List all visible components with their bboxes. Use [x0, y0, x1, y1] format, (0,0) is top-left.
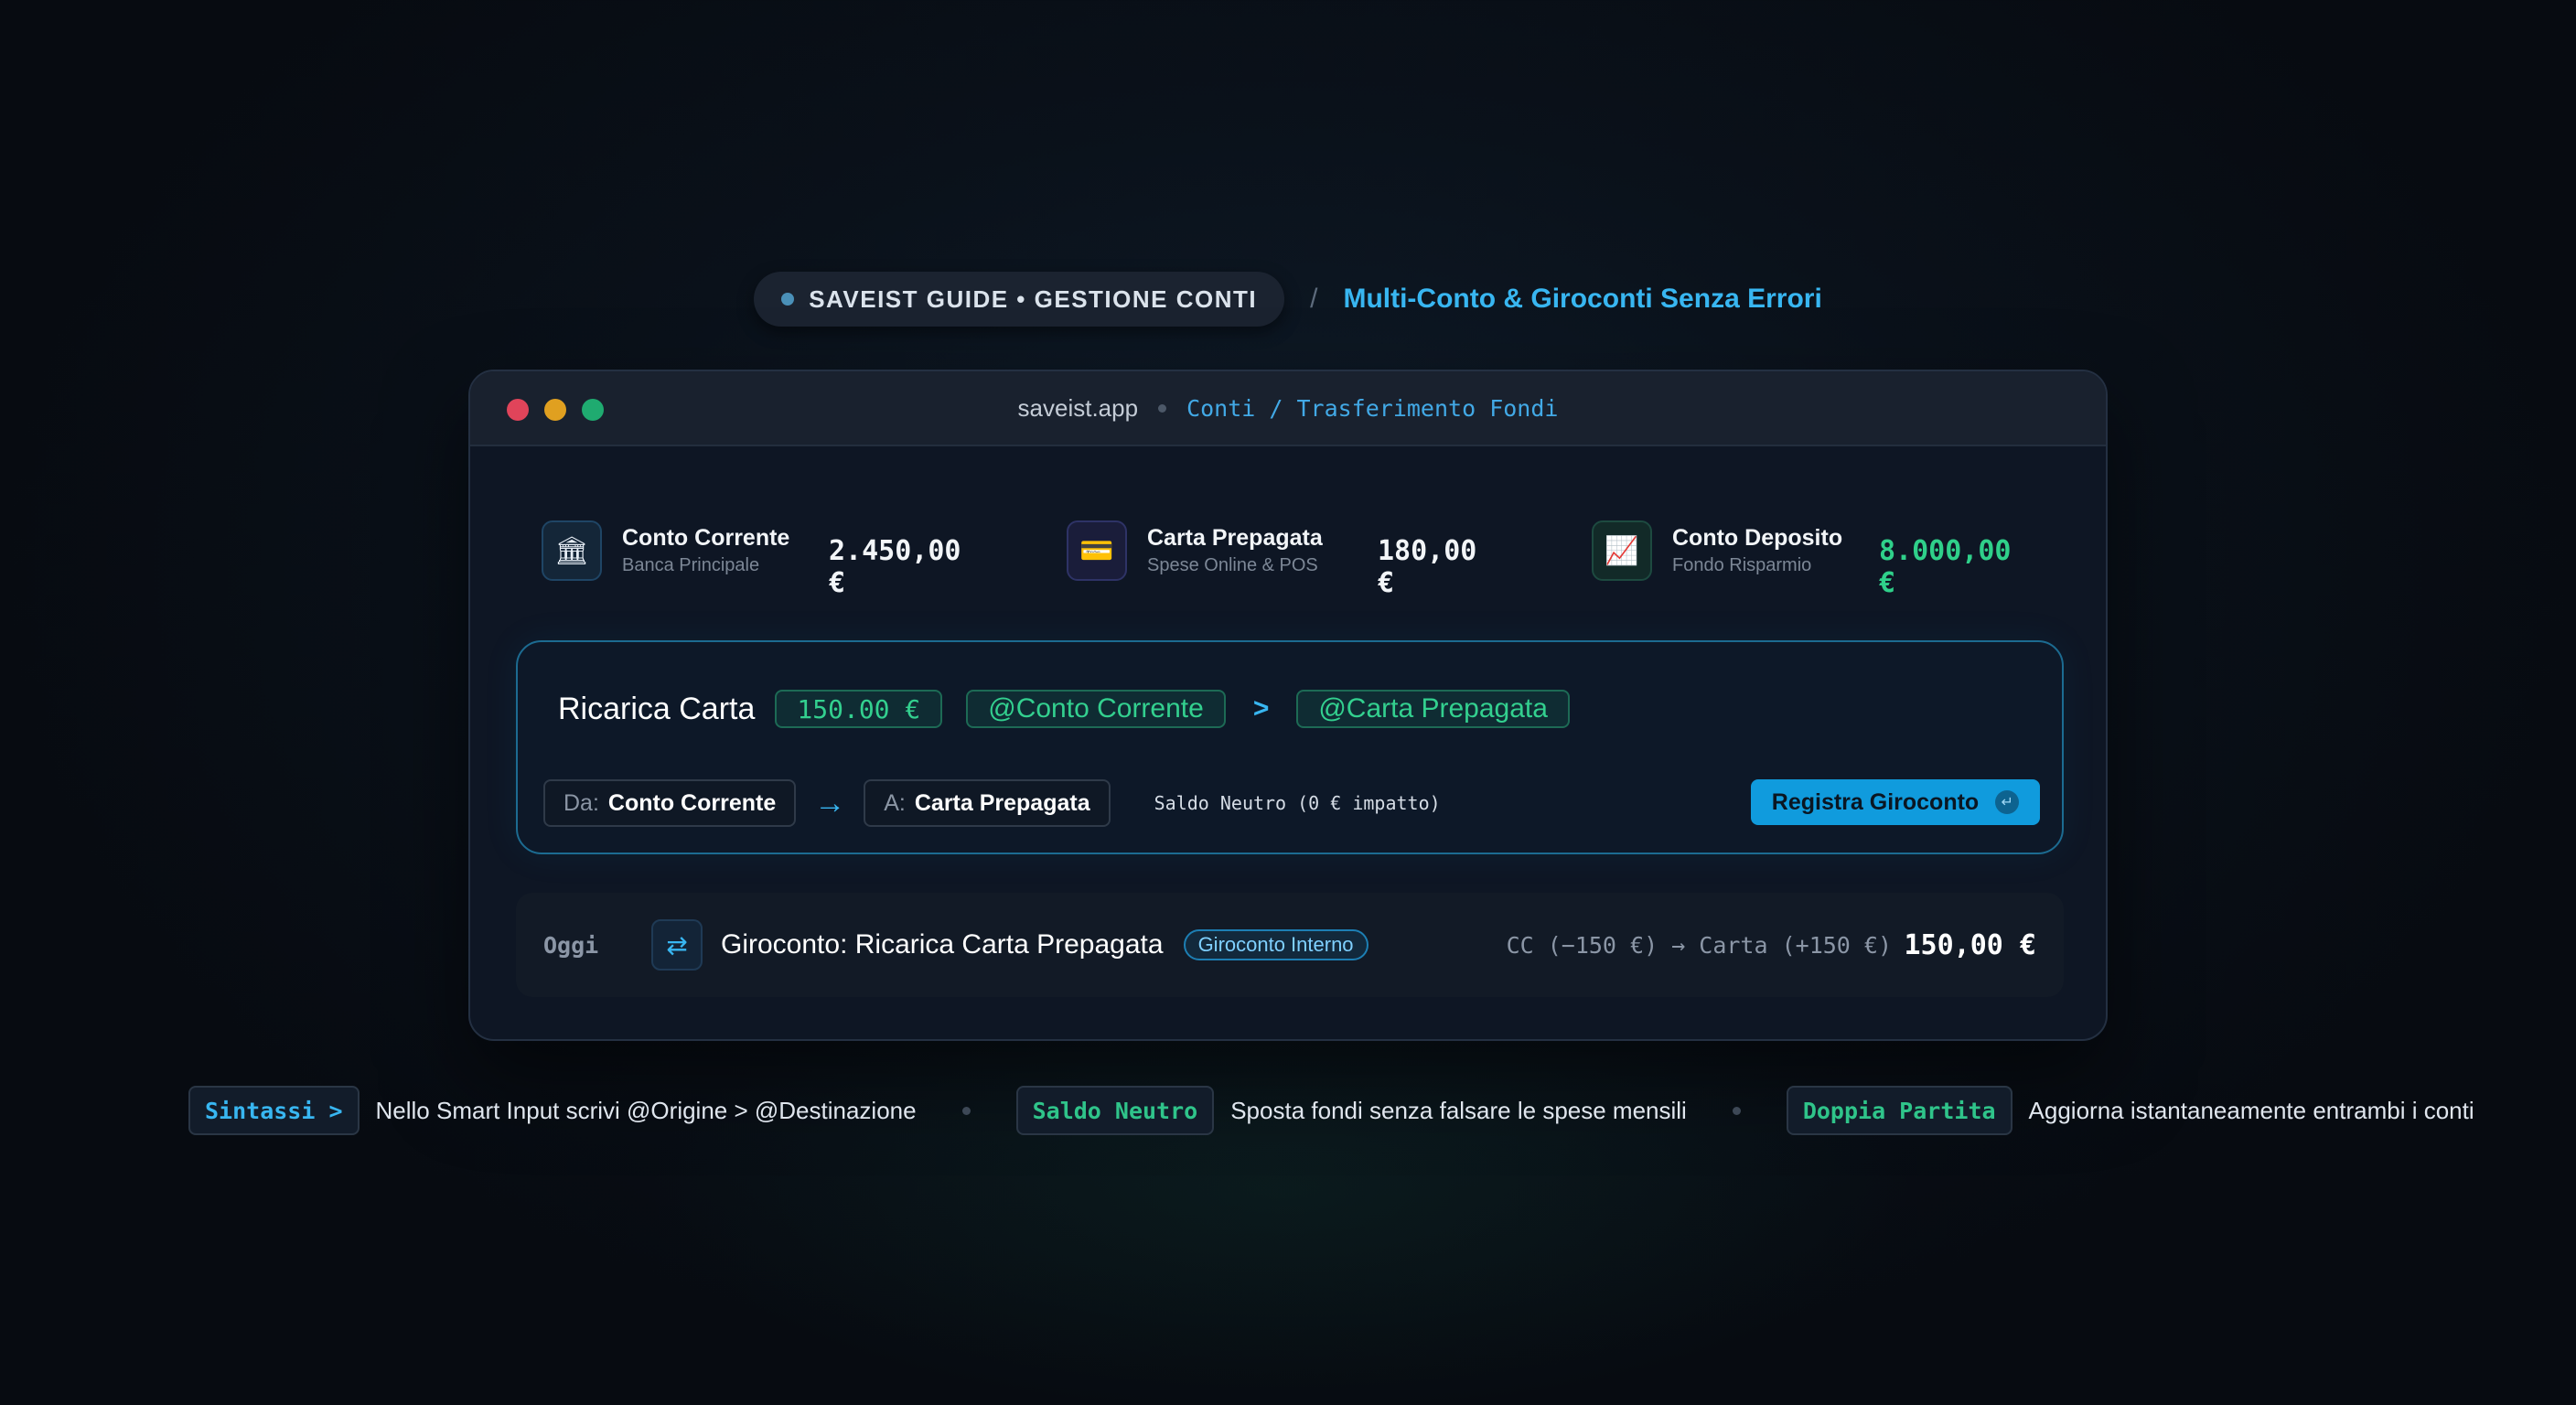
account-balance: 8.000,00 € [1879, 535, 2012, 599]
account-name: Carta Prepagata [1147, 525, 1323, 551]
window-titlebar: saveist.app Conti / Trasferimento Fondi [470, 371, 2106, 446]
account-name: Conto Deposito [1672, 525, 1843, 551]
transfer-operator: > [1252, 693, 1270, 724]
smart-input-box[interactable]: Ricarica Carta 150.00 € @Conto Corrente … [516, 640, 2064, 854]
register-transfer-label: Registra Giroconto [1771, 788, 1980, 815]
tip-key-syntax: Sintassi > [188, 1086, 360, 1135]
from-value: Conto Corrente [607, 789, 777, 816]
transaction-date: Oggi [543, 931, 599, 959]
tip-key-neutral-balance: Saldo Neutro [1015, 1086, 1215, 1135]
account-card-carta-prepagata[interactable]: 💳 Carta Prepagata Spese Online & POS 180… [1067, 518, 1476, 599]
close-window-button[interactable] [507, 399, 529, 421]
account-subtitle: Spese Online & POS [1147, 555, 1318, 575]
account-card-conto-corrente[interactable]: 🏛 Conto Corrente Banca Principale 2.450,… [542, 518, 961, 599]
page-header: SAVEIST GUIDE • GESTIONE CONTI / Multi-C… [0, 271, 2576, 327]
tip-text-syntax: Nello Smart Input scrivi @Origine > @Des… [375, 1096, 917, 1124]
accounts-summary: 🏛 Conto Corrente Banca Principale 2.450,… [542, 518, 2042, 599]
minimize-window-button[interactable] [544, 399, 566, 421]
transfer-summary-row: Da: Conto Corrente → A: Carta Prepagata … [543, 779, 2040, 827]
page-title: Multi-Conto & Giroconti Senza Errori [1343, 284, 1822, 314]
transaction-amount: 150,00 € [1904, 928, 2037, 961]
account-card-conto-deposito[interactable]: 📈 Conto Deposito Fondo Risparmio 8.000,0… [1592, 518, 2012, 599]
credit-card-icon: 💳 [1067, 520, 1127, 581]
tip-key-double-entry: Doppia Partita [1786, 1086, 2012, 1135]
breadcrumb[interactable]: Conti / Trasferimento Fondi [1186, 395, 1558, 422]
guide-badge: SAVEIST GUIDE • GESTIONE CONTI [754, 272, 1285, 327]
account-name: Conto Corrente [622, 525, 790, 551]
to-value: Carta Prepagata [914, 789, 1090, 816]
origin-account-tag[interactable]: @Conto Corrente [966, 690, 1226, 728]
account-balance: 180,00 € [1378, 535, 1477, 599]
tip-text-neutral-balance: Sposta fondi senza falsare le spese mens… [1230, 1096, 1687, 1124]
from-label: Da: [564, 789, 599, 816]
transaction-detail: CC (−150 €) → Carta (+150 €) [1506, 931, 1892, 959]
badge-text: SAVEIST GUIDE • GESTIONE CONTI [809, 284, 1258, 313]
tip-separator [961, 1106, 971, 1115]
transaction-title: Giroconto: Ricarica Carta Prepagata [721, 929, 1164, 960]
account-subtitle: Banca Principale [622, 555, 760, 575]
smart-input-line[interactable]: Ricarica Carta 150.00 € @Conto Corrente … [558, 690, 1570, 728]
maximize-window-button[interactable] [582, 399, 604, 421]
destination-account-tag[interactable]: @Carta Prepagata [1296, 690, 1570, 728]
enter-key-icon: ↵ [1995, 790, 2020, 814]
register-transfer-button[interactable]: Registra Giroconto ↵ [1751, 779, 2040, 825]
chart-up-icon: 📈 [1592, 520, 1652, 581]
amount-chip[interactable]: 150.00 € [775, 690, 943, 728]
transaction-category-badge: Giroconto Interno [1183, 929, 1368, 960]
tip-separator [1732, 1106, 1741, 1115]
tips-bar: Sintassi > Nello Smart Input scrivi @Ori… [188, 1086, 2474, 1135]
window-controls [507, 399, 604, 421]
to-label: A: [884, 789, 906, 816]
smart-input-text: Ricarica Carta [558, 691, 756, 726]
bank-icon: 🏛 [542, 520, 602, 581]
window-url: saveist.app [1017, 393, 1139, 422]
arrow-right-icon: → [814, 785, 846, 820]
badge-dot [781, 293, 795, 306]
transaction-row[interactable]: Oggi ⇄ Giroconto: Ricarica Carta Prepaga… [516, 893, 2064, 997]
account-balance: 2.450,00 € [829, 535, 961, 599]
account-subtitle: Fondo Risparmio [1672, 555, 1812, 575]
app-window: saveist.app Conti / Trasferimento Fondi … [468, 370, 2108, 1041]
url-separator [1158, 403, 1167, 413]
from-account-field[interactable]: Da: Conto Corrente [543, 779, 797, 827]
header-separator: / [1310, 284, 1318, 314]
transfer-arrows-icon: ⇄ [651, 919, 703, 971]
tip-text-double-entry: Aggiorna istantaneamente entrambi i cont… [2028, 1096, 2474, 1124]
to-account-field[interactable]: A: Carta Prepagata [864, 779, 1111, 827]
neutral-balance-note: Saldo Neutro (0 € impatto) [1154, 792, 1441, 814]
